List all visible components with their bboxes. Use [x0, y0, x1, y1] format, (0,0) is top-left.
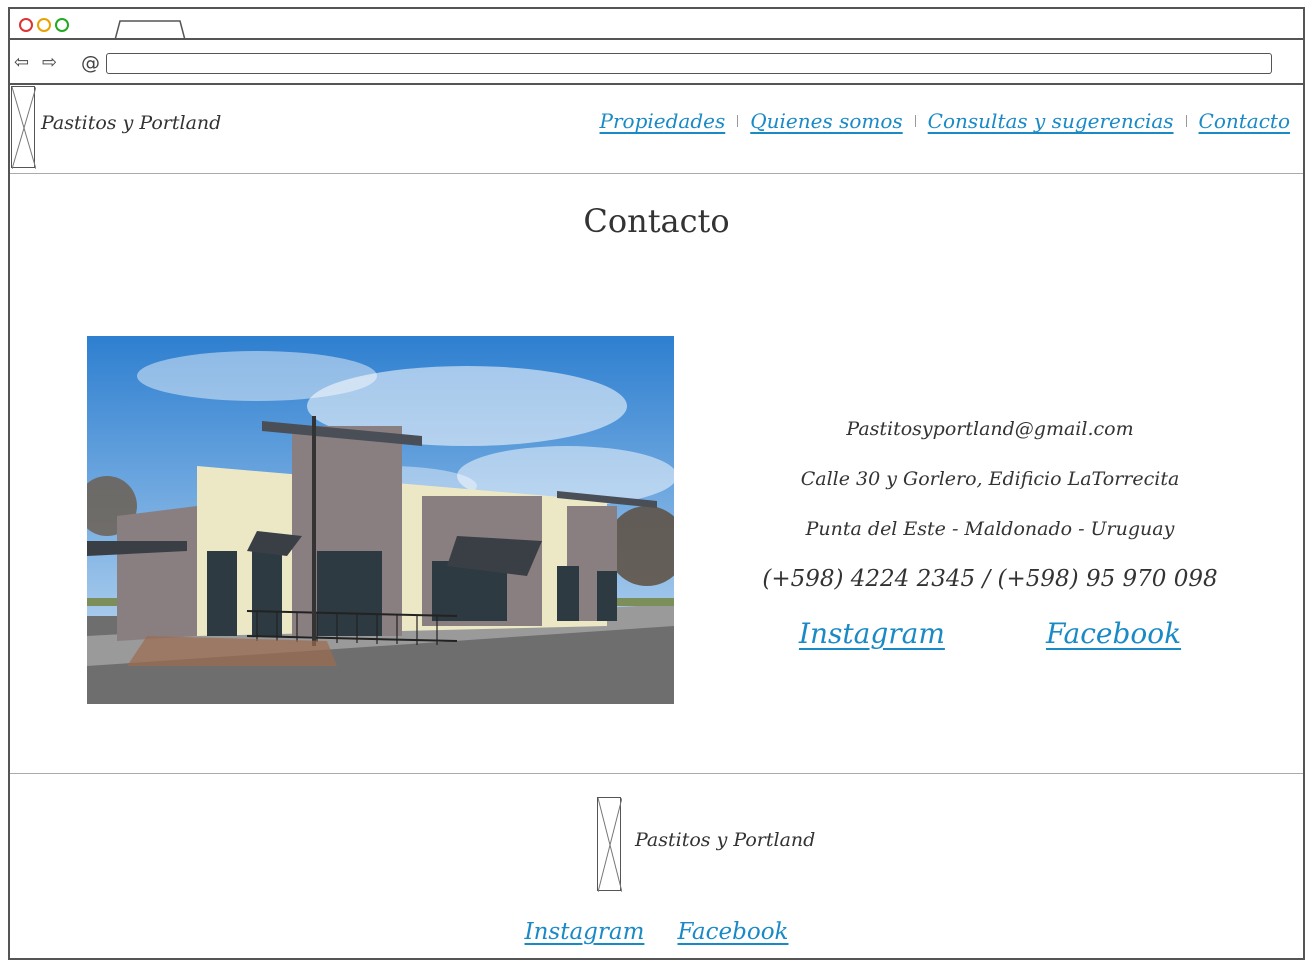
browser-window: ⇦ ⇨ @ Pastitos y Portland Propiedades Qu…: [8, 7, 1305, 960]
site-footer: Pastitos y Portland Instagram Facebook: [10, 773, 1303, 960]
contact-address: Calle 30 y Gorlero, Edificio LaTorrecita: [800, 468, 1180, 490]
nav-link-consultas[interactable]: Consultas y sugerencias: [928, 109, 1174, 133]
contact-phones: (+598) 4224 2345 / (+598) 95 970 098: [762, 566, 1218, 592]
maximize-window-button[interactable]: [55, 18, 69, 32]
instagram-link[interactable]: Instagram: [799, 617, 945, 650]
footer-facebook-link[interactable]: Facebook: [678, 919, 789, 945]
back-arrow-icon[interactable]: ⇦: [14, 54, 29, 72]
contact-city: Punta del Este - Maldonado - Uruguay: [805, 518, 1175, 540]
nav-link-quienes-somos[interactable]: Quienes somos: [750, 109, 902, 133]
top-navigation: Propiedades Quienes somos Consultas y su…: [600, 109, 1290, 133]
contact-email: Pastitosyportland@gmail.com: [846, 418, 1134, 440]
nav-separator: [737, 115, 739, 127]
nav-separator: [914, 115, 916, 127]
nav-link-propiedades[interactable]: Propiedades: [600, 109, 726, 133]
minimize-window-button[interactable]: [37, 18, 51, 32]
title-bar: [10, 9, 1303, 40]
site-header: Pastitos y Portland Propiedades Quienes …: [10, 85, 1303, 174]
nav-separator: [1185, 115, 1187, 127]
image-placeholder-icon: [598, 798, 622, 892]
browser-tab[interactable]: [114, 20, 186, 40]
footer-logo-image-placeholder: [597, 797, 622, 892]
footer-instagram-link[interactable]: Instagram: [525, 919, 645, 945]
url-input[interactable]: [106, 53, 1272, 74]
page-title: Contacto: [583, 202, 730, 240]
close-window-button[interactable]: [19, 18, 33, 32]
nav-link-contacto[interactable]: Contacto: [1199, 109, 1290, 133]
footer-brand-name: Pastitos y Portland: [635, 829, 816, 851]
forward-arrow-icon[interactable]: ⇨: [42, 54, 57, 72]
logo-image-placeholder: [11, 86, 36, 169]
facebook-link[interactable]: Facebook: [1046, 617, 1181, 650]
brand-name: Pastitos y Portland: [41, 112, 222, 134]
image-placeholder-icon: [12, 87, 36, 169]
storefront-building-photo: [87, 336, 674, 704]
social-links: Instagram Facebook: [710, 617, 1270, 650]
contact-info: Pastitosyportland@gmail.com Calle 30 y G…: [710, 404, 1270, 604]
reload-icon[interactable]: @: [81, 54, 100, 73]
footer-social-links: Instagram Facebook: [10, 919, 1303, 945]
address-bar: ⇦ ⇨ @: [10, 40, 1303, 85]
